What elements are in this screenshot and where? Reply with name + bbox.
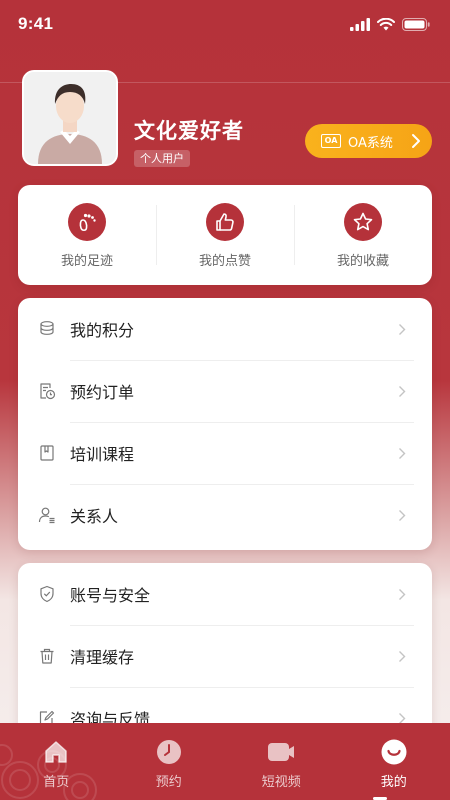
quick-action-likes[interactable]: 我的点赞 bbox=[156, 185, 294, 285]
oa-badge-icon: OA bbox=[321, 134, 341, 148]
battery-icon bbox=[402, 17, 430, 31]
status-bar: 9:41 bbox=[0, 0, 450, 48]
tab-booking[interactable]: 预约 bbox=[113, 723, 226, 800]
bottom-tab-bar: 首页 预约 短视频 我的 bbox=[0, 723, 450, 800]
username: 文化爱好者 bbox=[134, 119, 244, 143]
signal-icon bbox=[350, 17, 370, 31]
tab-label: 短视频 bbox=[261, 775, 301, 790]
menu-item-label: 预约订单 bbox=[70, 383, 135, 402]
chevron-right-icon bbox=[399, 589, 406, 600]
menu-item-contacts[interactable]: 关系人 bbox=[18, 484, 432, 546]
menu-item-label: 我的积分 bbox=[70, 321, 135, 340]
thumbs-up-icon bbox=[206, 203, 244, 241]
menu-item-points[interactable]: 我的积分 bbox=[18, 298, 432, 360]
avatar[interactable] bbox=[22, 70, 118, 166]
book-icon bbox=[38, 444, 56, 462]
quick-action-footprint[interactable]: 我的足迹 bbox=[18, 185, 156, 285]
quick-actions-card: 我的足迹 我的点赞 我的收藏 bbox=[18, 185, 432, 285]
footprint-icon bbox=[68, 203, 106, 241]
menu-item-clear-cache[interactable]: 清理缓存 bbox=[18, 625, 432, 687]
status-time: 9:41 bbox=[18, 14, 54, 33]
video-icon bbox=[267, 739, 295, 765]
chevron-right-icon bbox=[399, 448, 406, 459]
chevron-right-icon bbox=[399, 386, 406, 397]
tab-short-video[interactable]: 短视频 bbox=[225, 723, 338, 800]
coins-icon bbox=[38, 320, 56, 338]
chevron-right-icon bbox=[399, 510, 406, 521]
contact-icon bbox=[38, 506, 56, 524]
menu-item-orders[interactable]: 预约订单 bbox=[18, 360, 432, 422]
tab-mine[interactable]: 我的 bbox=[338, 723, 450, 800]
order-clock-icon bbox=[38, 382, 56, 400]
chevron-right-icon bbox=[412, 134, 420, 148]
wifi-icon bbox=[377, 17, 395, 30]
trash-icon bbox=[38, 647, 56, 665]
tab-label: 首页 bbox=[43, 775, 70, 790]
avatar-person-icon bbox=[24, 72, 116, 164]
clock-icon bbox=[155, 739, 183, 765]
menu-item-courses[interactable]: 培训课程 bbox=[18, 422, 432, 484]
quick-action-label: 我的点赞 bbox=[198, 254, 251, 269]
status-icons bbox=[350, 17, 430, 31]
menu-group-2: 账号与安全 清理缓存 咨询与反馈 bbox=[18, 563, 432, 743]
tab-home[interactable]: 首页 bbox=[0, 723, 113, 800]
menu-item-label: 清理缓存 bbox=[70, 648, 135, 667]
smile-icon bbox=[380, 739, 408, 765]
quick-action-label: 我的足迹 bbox=[60, 254, 113, 269]
star-icon bbox=[344, 203, 382, 241]
home-icon bbox=[42, 739, 70, 765]
tab-label: 预约 bbox=[155, 775, 182, 790]
tab-label: 我的 bbox=[380, 775, 407, 790]
chevron-right-icon bbox=[399, 324, 406, 335]
oa-system-label: OA系统 bbox=[348, 135, 393, 151]
chevron-right-icon bbox=[399, 651, 406, 662]
oa-system-button[interactable]: OA OA系统 bbox=[305, 124, 432, 158]
profile-header: 文化爱好者 个人用户 OA OA系统 bbox=[22, 70, 432, 170]
menu-item-label: 关系人 bbox=[70, 507, 119, 526]
menu-group-1: 我的积分 预约订单 培训课程 关系人 bbox=[18, 298, 432, 550]
quick-action-favorites[interactable]: 我的收藏 bbox=[294, 185, 432, 285]
quick-action-label: 我的收藏 bbox=[336, 254, 389, 269]
user-type-badge: 个人用户 bbox=[134, 150, 190, 167]
menu-item-label: 培训课程 bbox=[70, 445, 135, 464]
menu-item-label: 账号与安全 bbox=[70, 586, 151, 605]
menu-item-account-security[interactable]: 账号与安全 bbox=[18, 563, 432, 625]
shield-icon bbox=[38, 585, 56, 603]
